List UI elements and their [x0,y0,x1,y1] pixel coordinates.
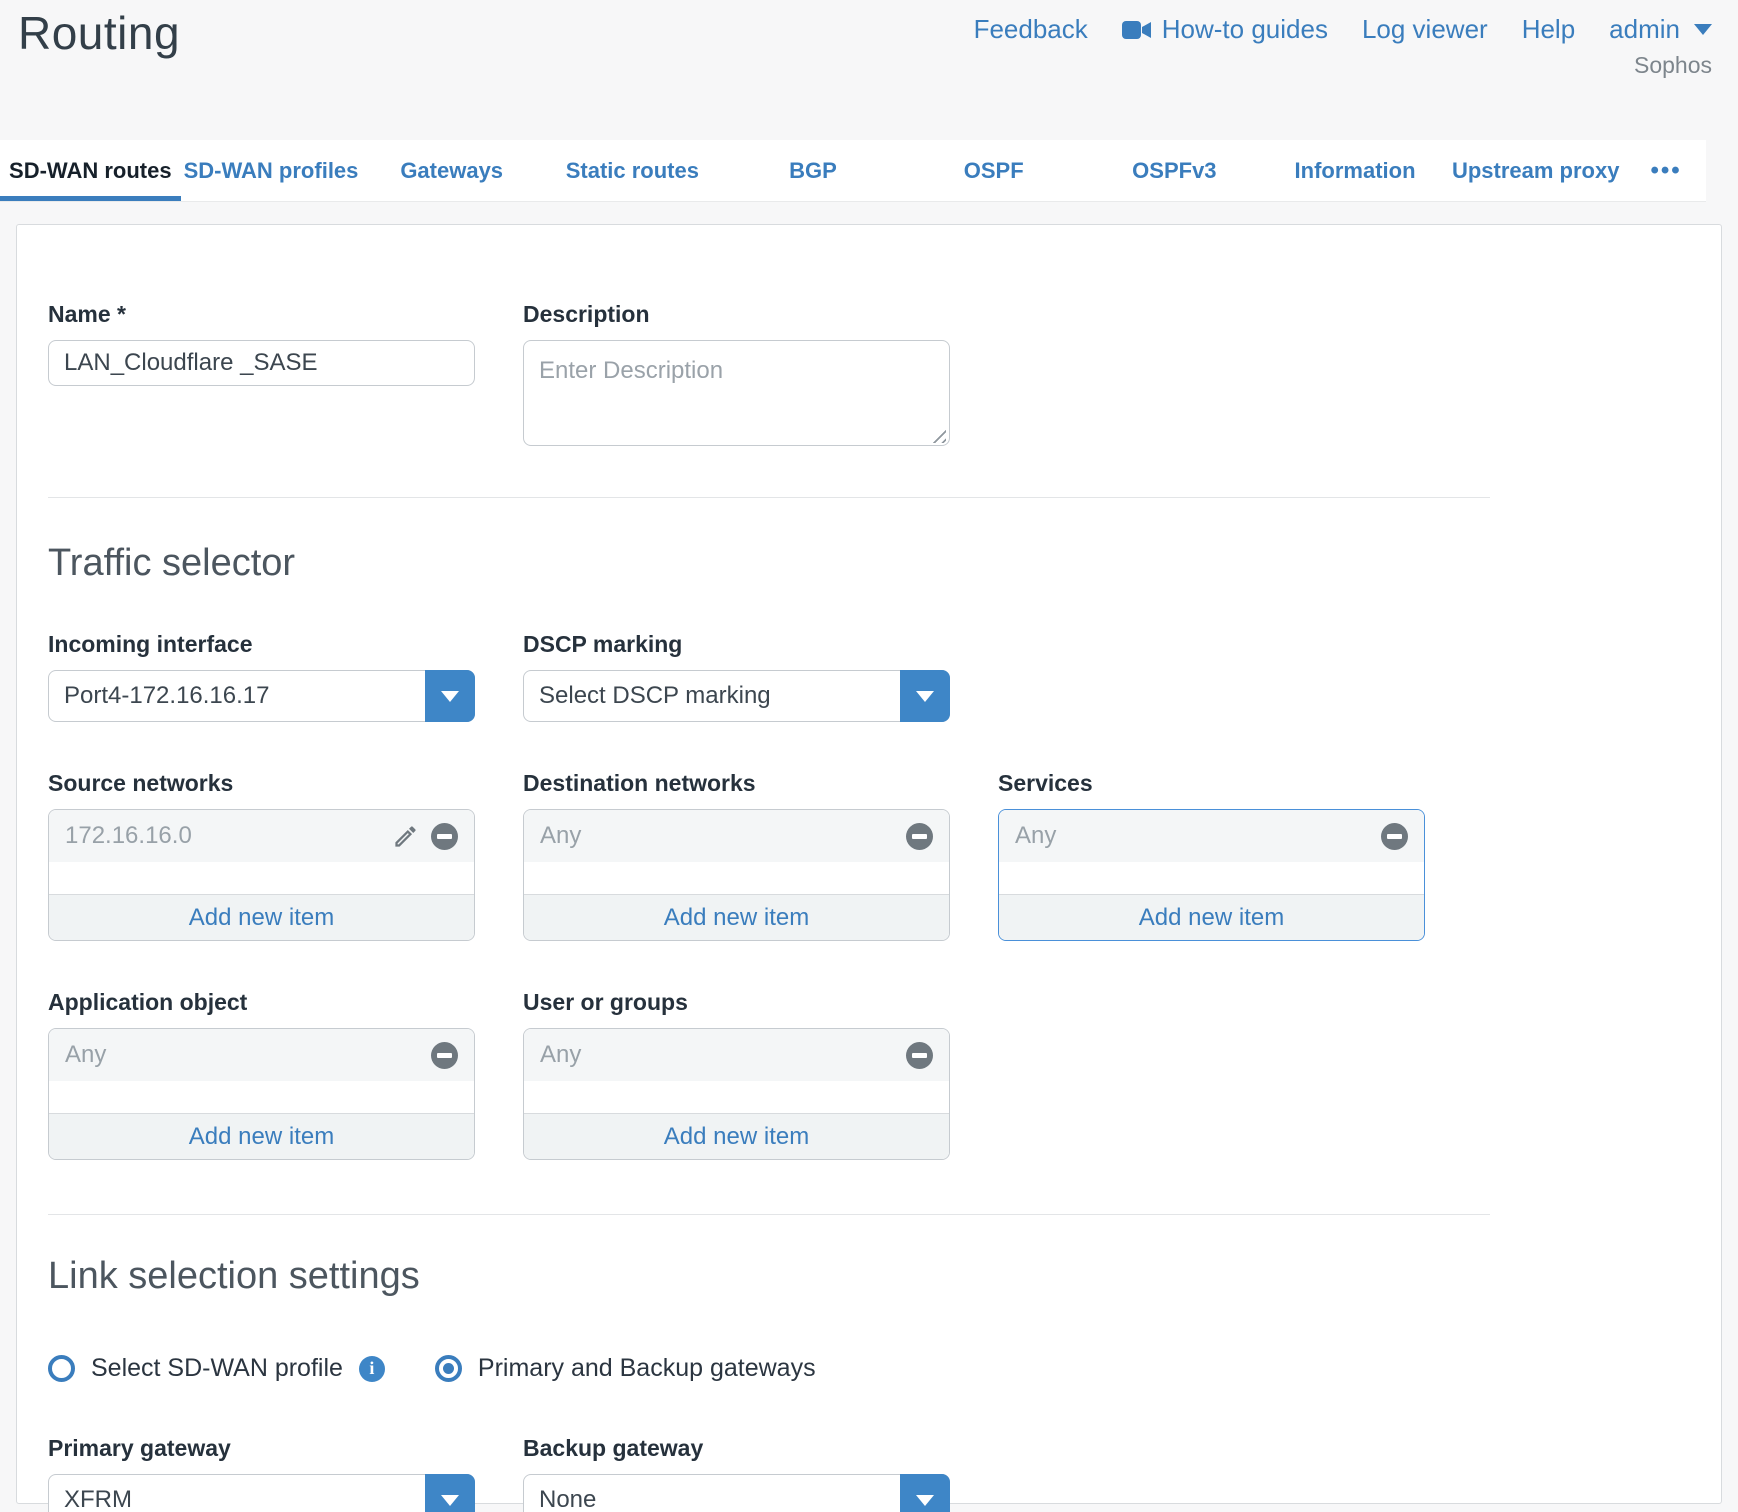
required-asterisk: * [117,301,126,327]
name-input[interactable] [48,340,475,386]
incoming-interface-select[interactable]: Port4-172.16.16.17 [48,670,475,722]
listbox-empty-area [524,1081,949,1113]
services-listbox: Any Add new item [998,809,1425,941]
header-links: Feedback How-to guides Log viewer Help a… [974,14,1712,45]
link-selection-heading: Link selection settings [48,1255,1690,1298]
chevron-down-icon [916,691,934,702]
source-network-value: 172.16.16.0 [65,822,192,850]
source-networks-add-button[interactable]: Add new item [49,894,474,940]
tab-sdwan-routes[interactable]: SD-WAN routes [0,140,181,201]
admin-menu[interactable]: admin [1609,14,1712,45]
routing-tabbar: SD-WAN routes SD-WAN profiles Gateways S… [0,140,1706,202]
tab-static-routes[interactable]: Static routes [542,140,723,201]
destination-networks-label: Destination networks [523,770,950,797]
incoming-interface-value: Port4-172.16.16.17 [49,682,425,710]
tab-gateways[interactable]: Gateways [361,140,542,201]
section-divider [48,1214,1490,1215]
dscp-marking-select[interactable]: Select DSCP marking [523,670,950,722]
tab-bgp[interactable]: BGP [723,140,904,201]
feedback-link[interactable]: Feedback [974,14,1088,45]
top-header: Routing Feedback How-to guides Log viewe… [0,0,1738,140]
service-value: Any [1015,822,1056,850]
radio-select-sdwan-profile[interactable] [48,1355,75,1382]
list-item: Any [524,810,949,862]
backup-gateway-value: None [524,1486,900,1512]
link-selection-radios: Select SD-WAN profile i Primary and Back… [48,1354,1690,1383]
brand-label: Sophos [1634,52,1712,79]
remove-item-icon[interactable] [431,1042,458,1069]
user-or-groups-add-button[interactable]: Add new item [524,1113,949,1159]
backup-gateway-dropdown-button[interactable] [900,1474,950,1512]
radio-primary-backup-gateways[interactable] [435,1355,462,1382]
chevron-down-icon [441,1495,459,1506]
destination-network-value: Any [540,822,581,850]
listbox-empty-area [49,862,474,894]
chevron-down-icon [1694,24,1712,35]
listbox-empty-area [524,862,949,894]
list-item: Any [524,1029,949,1081]
user-or-groups-listbox: Any Add new item [523,1028,950,1160]
page-title: Routing [18,6,180,60]
services-label: Services [998,770,1425,797]
primary-gateway-select[interactable]: XFRM [48,1474,475,1512]
application-object-listbox: Any Add new item [48,1028,475,1160]
tab-ospfv3[interactable]: OSPFv3 [1084,140,1265,201]
chevron-down-icon [441,691,459,702]
application-object-add-button[interactable]: Add new item [49,1113,474,1159]
primary-gateway-value: XFRM [49,1486,425,1512]
tab-sdwan-profiles[interactable]: SD-WAN profiles [181,140,362,201]
services-add-button[interactable]: Add new item [999,894,1424,940]
destination-networks-add-button[interactable]: Add new item [524,894,949,940]
tabs-overflow-button[interactable]: ••• [1626,140,1706,201]
edit-icon[interactable] [392,823,419,850]
routing-page: Routing Feedback How-to guides Log viewe… [0,0,1738,1512]
log-viewer-link[interactable]: Log viewer [1362,14,1488,45]
video-camera-icon [1122,19,1152,41]
tab-ospf[interactable]: OSPF [903,140,1084,201]
list-item: Any [49,1029,474,1081]
chevron-down-icon [916,1495,934,1506]
radio-primary-backup-gateways-label: Primary and Backup gateways [478,1354,816,1383]
description-input[interactable] [523,340,950,446]
remove-item-icon[interactable] [906,823,933,850]
list-item: Any [999,810,1424,862]
dscp-marking-dropdown-button[interactable] [900,670,950,722]
destination-networks-listbox: Any Add new item [523,809,950,941]
traffic-selector-heading: Traffic selector [48,542,1690,585]
info-icon[interactable]: i [359,1356,385,1382]
user-or-groups-label: User or groups [523,989,950,1016]
application-object-value: Any [65,1041,106,1069]
primary-gateway-label: Primary gateway [48,1435,475,1462]
incoming-interface-dropdown-button[interactable] [425,670,475,722]
remove-item-icon[interactable] [431,823,458,850]
tab-upstream-proxy[interactable]: Upstream proxy [1445,140,1626,201]
backup-gateway-select[interactable]: None [523,1474,950,1512]
sdwan-route-form: Name * Description Traffic selector Inco… [16,224,1722,1504]
listbox-empty-area [999,862,1424,894]
listbox-empty-area [49,1081,474,1113]
application-object-label: Application object [48,989,475,1016]
source-networks-label: Source networks [48,770,475,797]
incoming-interface-label: Incoming interface [48,631,475,658]
section-divider [48,497,1490,498]
radio-select-sdwan-profile-label: Select SD-WAN profile [91,1354,343,1383]
howto-guides-link[interactable]: How-to guides [1122,14,1328,45]
source-networks-listbox: 172.16.16.0 Add new item [48,809,475,941]
name-label: Name * [48,301,475,328]
dscp-marking-value: Select DSCP marking [524,682,900,710]
list-item: 172.16.16.0 [49,810,474,862]
tab-information[interactable]: Information [1265,140,1446,201]
help-link[interactable]: Help [1522,14,1575,45]
remove-item-icon[interactable] [906,1042,933,1069]
primary-gateway-dropdown-button[interactable] [425,1474,475,1512]
user-or-groups-value: Any [540,1041,581,1069]
remove-item-icon[interactable] [1381,823,1408,850]
dscp-marking-label: DSCP marking [523,631,950,658]
description-label: Description [523,301,950,328]
backup-gateway-label: Backup gateway [523,1435,950,1462]
